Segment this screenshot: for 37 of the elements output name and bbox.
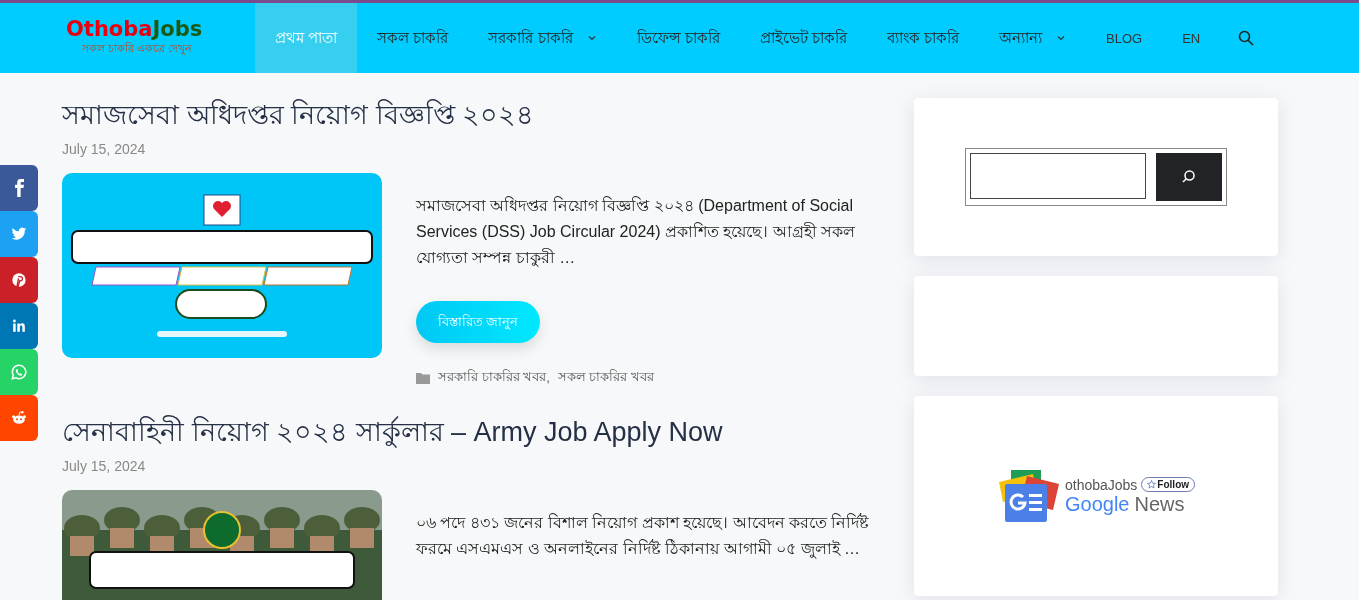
- site-tagline: সকল চাকরি একত্রে দেখুন: [82, 40, 194, 57]
- nav-item[interactable]: ব্যাংক চাকরি: [866, 3, 980, 73]
- post-excerpt: ০৬ পদে ৪৩১ জনের বিশাল নিয়োগ প্রকাশ হয়েছে। আবেদন করতে নির্দিষ্ট ফরমে এসএমএস ও অনলাইনের নির্দিষ্ট ঠিকানায় আগামী ০৫ জুলাই …: [416, 512, 871, 561]
- nav-item[interactable]: BLOG: [1086, 3, 1163, 73]
- search-icon[interactable]: [1238, 30, 1255, 46]
- nav-item[interactable]: EN: [1162, 3, 1221, 73]
- search-icon: [1181, 169, 1197, 185]
- whatsapp-icon: [9, 362, 29, 382]
- follow-button[interactable]: Follow: [1141, 477, 1196, 492]
- separator: ,: [546, 370, 550, 385]
- site-logo[interactable]: OthobaJobs: [66, 17, 255, 40]
- post-title[interactable]: সমাজসেবা অধিদপ্তর নিয়োগ বিজ্ঞপ্তি ২০২৪: [62, 97, 880, 133]
- search-field[interactable]: [970, 153, 1146, 199]
- post-title[interactable]: সেনাবাহিনী নিয়োগ ২০২৪ সার্কুলার – Army Job Apply Now: [62, 414, 880, 450]
- pinterest-share-button[interactable]: [0, 257, 38, 303]
- category-link[interactable]: সকল চাকরির খবর: [557, 367, 655, 388]
- star-icon: [1147, 480, 1157, 489]
- facebook-icon: [14, 179, 24, 197]
- post-date: July 15, 2024: [62, 458, 147, 474]
- linkedin-share-button[interactable]: [0, 303, 38, 349]
- nav-item[interactable]: অন্যান্য: [979, 3, 1087, 73]
- nav-item[interactable]: প্রাইভেট চাকরি: [739, 3, 867, 73]
- post-date: July 15, 2024: [62, 141, 147, 157]
- nav-item[interactable]: সরকারি চাকরি: [468, 3, 617, 73]
- brand-name: News: [1134, 492, 1185, 516]
- reddit-share-button[interactable]: [0, 395, 38, 441]
- news-icon: [996, 470, 1059, 522]
- folder-icon: [416, 371, 430, 384]
- twitter-share-button[interactable]: [0, 211, 38, 257]
- site-name: othobaJobs: [1064, 476, 1138, 493]
- nav-item[interactable]: সকল চাকরি: [357, 3, 469, 73]
- facebook-share-button[interactable]: [0, 165, 38, 211]
- post-excerpt: সমাজসেবা অধিদপ্তর নিয়োগ বিজ্ঞপ্তি ২০২৪ (Department of Social Services (DSS) Job Circular 2024) প্রকাশিত হয়েছে। আগ্রহী সকল যোগ্যতা সম্পন্ন চাকুরী …: [416, 195, 857, 269]
- category-link[interactable]: সরকারি চাকরির খবর: [438, 367, 547, 388]
- brand-name: Google: [1064, 492, 1130, 516]
- pinterest-icon: [9, 270, 29, 290]
- nav-item[interactable]: ডিফেন্স চাকরি: [616, 3, 740, 73]
